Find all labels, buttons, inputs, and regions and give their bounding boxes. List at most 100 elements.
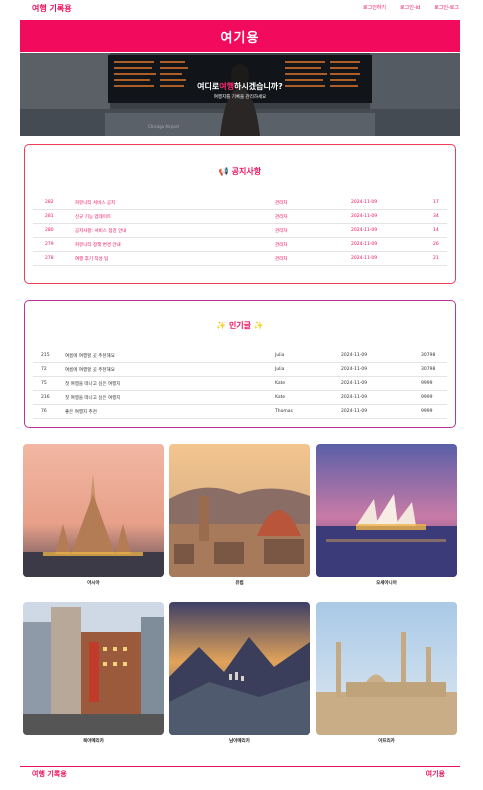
popular-list: 215 여름에 여행할 곳 추천해요 Julia 2024-11-09 3079… xyxy=(33,349,447,419)
nav-link-3[interactable]: 로그인-로그 xyxy=(434,4,459,11)
popular-row[interactable]: 216 첫 여행을 떠나고 싶은 여행지 Kate 2024-11-09 999… xyxy=(33,391,447,405)
popular-views: 30798 xyxy=(421,353,436,358)
notice-author: 관리자 xyxy=(275,229,288,234)
notice-row[interactable]: 278 여행 후기 작성 팁 관리자 2024-11-09 21 xyxy=(33,252,447,266)
destination-card-asia[interactable]: 아시아 xyxy=(23,444,164,586)
footer-divider xyxy=(20,766,460,767)
north-america-city-photo[interactable] xyxy=(23,602,164,735)
popular-author: Thomas xyxy=(275,409,293,414)
popular-date: 2024-11-09 xyxy=(341,409,368,414)
notice-card: 📢 공지사항 282 커뮤니티 서비스 공지 관리자 2024-11-09 17… xyxy=(24,144,456,284)
notice-row-title[interactable]: 여행 후기 작성 팁 xyxy=(75,256,108,262)
popular-author: Kate xyxy=(275,395,286,400)
hero-subtitle: 여행지를 기록을 관리하세요 xyxy=(213,95,267,100)
popular-views: 30798 xyxy=(421,367,436,372)
footer-logo[interactable]: 여기용 xyxy=(426,769,445,779)
notice-list: 282 커뮤니티 서비스 공지 관리자 2024-11-09 17 281 신규… xyxy=(33,196,447,266)
notice-date: 2024-11-09 xyxy=(351,242,378,247)
notice-date: 2024-11-09 xyxy=(351,200,378,205)
europe-dome-photo[interactable] xyxy=(169,444,310,577)
popular-card: ✨ 인기글 ✨ 215 여름에 여행할 곳 추천해요 Julia 2024-11… xyxy=(24,300,456,428)
popular-views: 9999 xyxy=(421,381,433,386)
notice-row[interactable]: 281 신규 기능 업데이트 관리자 2024-11-09 34 xyxy=(33,210,447,224)
notice-row[interactable]: 280 공지사항: 서비스 점검 안내 관리자 2024-11-09 14 xyxy=(33,224,447,238)
notice-id: 278 xyxy=(45,256,54,261)
notice-date: 2024-11-09 xyxy=(351,214,378,219)
banner-title: 여기용 xyxy=(220,30,260,46)
destination-label[interactable]: 북아메리카 xyxy=(23,738,164,744)
notice-date: 2024-11-09 xyxy=(351,228,378,233)
title-banner: 여기용 xyxy=(20,20,460,52)
popular-author: Kate xyxy=(275,381,286,386)
destination-card-south-america[interactable]: 남아메리카 xyxy=(169,602,310,744)
popular-views: 9999 xyxy=(421,409,433,414)
destination-card-north-america[interactable]: 북아메리카 xyxy=(23,602,164,744)
notice-id: 280 xyxy=(45,228,54,233)
notice-row-title[interactable]: 커뮤니티 정책 변경 안내 xyxy=(75,242,121,248)
destination-label[interactable]: 남아메리카 xyxy=(169,738,310,744)
notice-author: 관리자 xyxy=(275,243,288,248)
notice-row-title[interactable]: 커뮤니티 서비스 공지 xyxy=(75,200,115,206)
popular-title: ✨ 인기글 ✨ xyxy=(216,321,264,330)
top-nav: 로그인하기 로그인-id 로그인-로그 xyxy=(363,4,459,11)
notice-author: 관리자 xyxy=(275,257,288,262)
notice-views: 17 xyxy=(433,200,439,205)
notice-author: 관리자 xyxy=(275,201,288,206)
notice-title: 📢 공지사항 xyxy=(218,167,262,176)
oceania-opera-photo[interactable] xyxy=(316,444,457,577)
popular-row-title[interactable]: 여름에 여행할 곳 추천해요 xyxy=(65,353,115,359)
notice-views: 34 xyxy=(433,214,439,219)
notice-id: 279 xyxy=(45,242,54,247)
popular-id: 75 xyxy=(41,381,47,386)
popular-id: 72 xyxy=(41,367,47,372)
africa-mosque-photo[interactable] xyxy=(316,602,457,735)
top-bar: 여행 기록용 로그인하기 로그인-id 로그인-로그 xyxy=(0,0,483,18)
hero-image: 여디로여행하시겠습니까? 여행지를 기록을 관리하세요 Chicago Airp… xyxy=(20,53,460,136)
popular-date: 2024-11-09 xyxy=(341,395,368,400)
footer-brand[interactable]: 여행 기록용 xyxy=(32,769,67,779)
hero-title-part-2: 하시겠습니까? xyxy=(234,82,283,91)
notice-date: 2024-11-09 xyxy=(351,256,378,261)
destination-label[interactable]: 아시아 xyxy=(23,580,164,586)
notice-views: 21 xyxy=(433,256,439,261)
popular-row-title[interactable]: 첫 여행을 떠나고 싶은 여행지 xyxy=(65,395,120,401)
popular-id: 215 xyxy=(41,353,50,358)
popular-views: 9999 xyxy=(421,395,433,400)
notice-row-title[interactable]: 신규 기능 업데이트 xyxy=(75,214,111,220)
destination-card-oceania[interactable]: 오세아니아 xyxy=(316,444,457,586)
south-america-mountain-photo[interactable] xyxy=(169,602,310,735)
notice-views: 14 xyxy=(433,228,439,233)
destination-card-africa[interactable]: 아프리카 xyxy=(316,602,457,744)
destination-card-europe[interactable]: 유럽 xyxy=(169,444,310,586)
notice-id: 281 xyxy=(45,214,54,219)
notice-row[interactable]: 279 커뮤니티 정책 변경 안내 관리자 2024-11-09 26 xyxy=(33,238,447,252)
hero-title: 여디로여행하시겠습니까? xyxy=(20,81,460,92)
site-logo[interactable]: 여행 기록용 xyxy=(32,3,72,14)
nav-link-1[interactable]: 로그인하기 xyxy=(363,4,386,11)
popular-id: 76 xyxy=(41,409,47,414)
destination-label[interactable]: 유럽 xyxy=(169,580,310,586)
nav-link-2[interactable]: 로그인-id xyxy=(400,4,420,11)
hero-photo-caption: Chicago Airport xyxy=(148,124,180,129)
notice-id: 282 xyxy=(45,200,54,205)
popular-row[interactable]: 215 여름에 여행할 곳 추천해요 Julia 2024-11-09 3079… xyxy=(33,349,447,363)
notice-author: 관리자 xyxy=(275,215,288,220)
notice-row[interactable]: 282 커뮤니티 서비스 공지 관리자 2024-11-09 17 xyxy=(33,196,447,210)
notice-views: 26 xyxy=(433,242,439,247)
hero-title-highlight: 여행 xyxy=(219,82,234,91)
destination-label[interactable]: 오세아니아 xyxy=(316,580,457,586)
popular-row-title[interactable]: 첫 여행을 떠나고 싶은 여행지 xyxy=(65,381,120,387)
destination-label[interactable]: 아프리카 xyxy=(316,738,457,744)
popular-date: 2024-11-09 xyxy=(341,367,368,372)
popular-row[interactable]: 72 여름에 여행할 곳 추천해요 Julia 2024-11-09 30798 xyxy=(33,363,447,377)
popular-row[interactable]: 75 첫 여행을 떠나고 싶은 여행지 Kate 2024-11-09 9999 xyxy=(33,377,447,391)
hero-title-part-1: 여디로 xyxy=(197,82,220,91)
notice-row-title[interactable]: 공지사항: 서비스 점검 안내 xyxy=(75,228,126,234)
popular-author: Julia xyxy=(275,353,285,358)
popular-row[interactable]: 76 좋은 여행지 추천 Thomas 2024-11-09 9999 xyxy=(33,405,447,419)
popular-row-title[interactable]: 여름에 여행할 곳 추천해요 xyxy=(65,367,115,373)
asia-temple-photo[interactable] xyxy=(23,444,164,577)
popular-date: 2024-11-09 xyxy=(341,381,368,386)
popular-date: 2024-11-09 xyxy=(341,353,368,358)
popular-row-title[interactable]: 좋은 여행지 추천 xyxy=(65,409,97,415)
